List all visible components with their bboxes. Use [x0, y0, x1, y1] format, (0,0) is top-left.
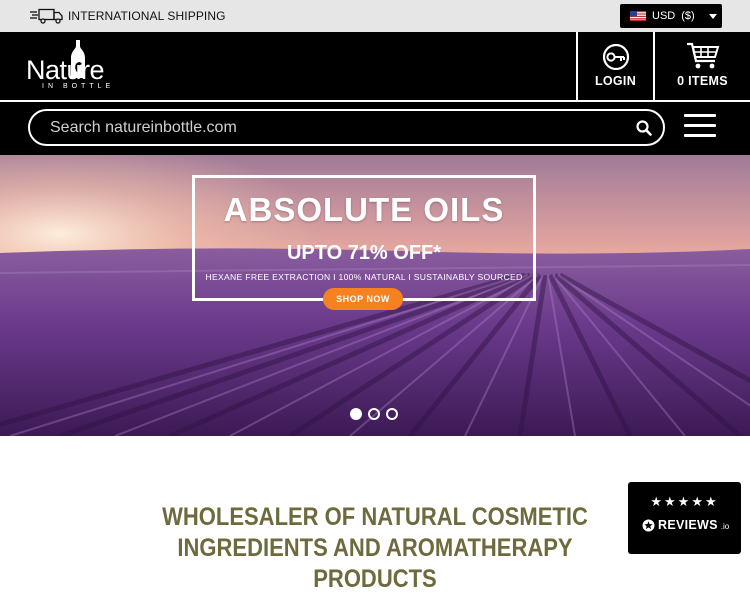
carousel-dots [350, 408, 402, 422]
shop-now-button[interactable]: SHOP NOW [323, 288, 403, 310]
cart-icon [686, 42, 719, 69]
currency-code: USD [652, 10, 676, 22]
truck-icon [30, 8, 63, 24]
promo-title: ABSOLUTE OILS [223, 191, 505, 228]
headline-line-2: INGREDIENTS AND AROMATHERAPY PRODUCTS [177, 534, 573, 593]
star-rating: ★★★★★ [650, 494, 719, 509]
reviews-brand: REVIEWS [658, 518, 718, 532]
carousel-dot-2[interactable] [368, 408, 380, 420]
key-icon [602, 44, 629, 70]
login-label: LOGIN [594, 74, 637, 88]
login-button[interactable]: LOGIN [576, 32, 653, 100]
site-header: Nature IN BOTTLE LOGIN 0 ITEMS [0, 32, 750, 155]
currency-selector[interactable]: USD ($) [620, 4, 722, 28]
hamburger-menu-icon[interactable] [684, 112, 718, 140]
reviews-io-logo: REVIEWS .io [642, 518, 729, 532]
search-icon[interactable] [635, 119, 653, 137]
reviews-badge[interactable]: ★★★★★ REVIEWS .io [628, 482, 741, 554]
star-circle-icon [642, 519, 655, 531]
top-bar: INTERNATIONAL SHIPPING USD ($) [0, 0, 750, 32]
chevron-down-icon [708, 13, 717, 19]
us-flag-icon [630, 11, 646, 21]
carousel-dot-3[interactable] [386, 408, 398, 420]
hero-banner[interactable]: ABSOLUTE OILS UPTO 71% OFF* HEXANE FREE … [0, 155, 750, 436]
shipping-label: INTERNATIONAL SHIPPING [68, 9, 226, 23]
reviews-brand-suffix: .io [720, 522, 730, 531]
logo-subtitle: IN BOTTLE [42, 83, 115, 90]
carousel-dot-1[interactable] [350, 408, 362, 420]
international-shipping: INTERNATIONAL SHIPPING [30, 7, 226, 25]
section-headline: WHOLESALER OF NATURAL COSMETIC INGREDIEN… [133, 502, 617, 595]
promo-tagline: HEXANE FREE EXTRACTION I 100% NATURAL I … [205, 272, 523, 282]
search-input[interactable] [48, 117, 618, 139]
headline-line-1: WHOLESALER OF NATURAL COSMETIC [162, 503, 588, 531]
cart-count-label: 0 ITEMS [677, 74, 728, 88]
promo-subtitle: UPTO 71% OFF* [286, 242, 442, 264]
promo-box: ABSOLUTE OILS UPTO 71% OFF* HEXANE FREE … [192, 175, 536, 301]
cart-button[interactable]: 0 ITEMS [653, 32, 750, 100]
site-logo[interactable]: Nature IN BOTTLE [26, 40, 122, 94]
currency-symbol: ($) [681, 10, 695, 22]
logo-wordmark: Nature [26, 55, 105, 85]
search-bar [28, 109, 665, 146]
header-divider [0, 100, 750, 102]
